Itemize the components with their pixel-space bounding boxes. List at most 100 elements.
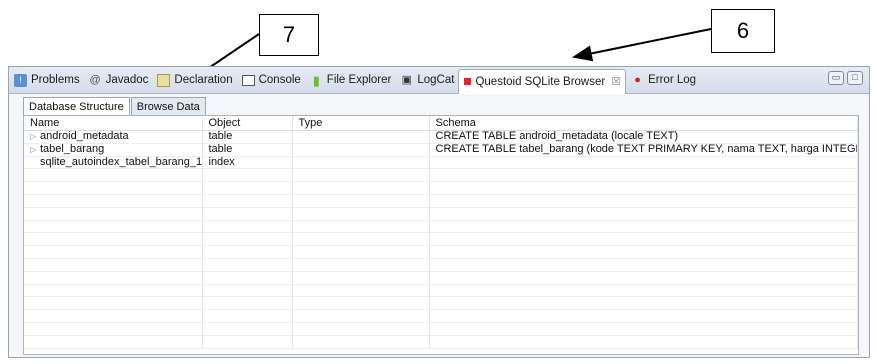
empty-cell [202,284,293,298]
tab-error-log-label: Error Log [648,74,697,86]
empty-cell [24,258,203,272]
empty-cell [292,220,430,234]
callout-label-6: 6 [711,9,775,53]
expand-arrow-icon[interactable]: ▷ [30,131,40,142]
empty-cell [429,181,858,195]
empty-cell [24,207,203,221]
empty-table-row [24,271,858,285]
column-header-schema[interactable]: Schema [429,116,858,131]
empty-cell [292,335,430,349]
cell-name: sqlite_autoindex_tabel_barang_1 [24,156,203,170]
empty-cell [292,232,430,247]
empty-cell [24,296,203,311]
tab-problems-label: Problems [31,74,80,86]
empty-cell [429,245,858,259]
android-icon: ▮ [312,72,320,88]
empty-cell [429,194,858,208]
maximize-button[interactable]: □ [847,71,863,85]
row-name-text: tabel_barang [40,143,105,156]
table-row[interactable]: ▷ android_metadata table CREATE TABLE and… [24,130,858,144]
empty-table-row [24,220,858,234]
empty-table-row [24,309,858,323]
tab-sqlite-label: Questoid SQLite Browser [475,75,606,88]
empty-cell [292,296,430,311]
close-icon[interactable]: ☒ [611,75,621,88]
empty-cell [429,309,858,323]
cell-type [292,143,430,157]
empty-cell [429,232,858,247]
empty-cell [24,271,203,285]
column-header-name[interactable]: Name [24,116,203,131]
tab-console[interactable]: Console [237,69,305,91]
tab-problems[interactable]: ! Problems [9,69,84,91]
expand-arrow-icon[interactable]: ▷ [30,144,40,155]
tab-logcat[interactable]: ▣ LogCat [395,69,458,91]
empty-cell [24,309,203,323]
javadoc-icon: @ [89,73,101,86]
tab-console-label: Console [258,74,301,86]
empty-cell [292,322,430,336]
empty-cell [429,168,858,183]
empty-cell [429,296,858,311]
empty-cell [292,194,430,208]
empty-table-row [24,207,858,221]
empty-cell [24,322,203,336]
empty-cell [24,181,203,195]
empty-table-row [24,168,858,183]
empty-cell [24,284,203,298]
window-controls: ▭ □ [828,71,863,85]
tab-questoid-sqlite-browser[interactable]: Questoid SQLite Browser ☒ [458,68,627,94]
empty-cell [429,220,858,234]
empty-cell [429,284,858,298]
column-header-type[interactable]: Type [292,116,430,131]
tab-error-log[interactable]: ● Error Log [626,69,700,91]
eclipse-view-panel: ! Problems @ Javadoc Declaration Console… [8,66,870,358]
tab-declaration-label: Declaration [174,74,233,86]
empty-table-row [24,194,858,208]
empty-cell [24,232,203,247]
empty-cell [202,258,293,272]
empty-cell [202,232,293,247]
empty-cell [429,335,858,349]
subtab-bar: Database Structure Browse Data [23,97,207,116]
cell-name: ▷ tabel_barang [24,143,203,157]
cell-type [292,130,430,144]
empty-table-row [24,322,858,336]
empty-cell [429,258,858,272]
empty-cell [24,245,203,259]
column-header-object[interactable]: Object [202,116,293,131]
schema-table: Name Object Type Schema ▷ android_metadat… [23,115,859,355]
empty-cell [202,335,293,349]
declaration-icon [157,73,171,87]
table-header-row: Name Object Type Schema [24,116,858,131]
empty-cell [202,309,293,323]
tab-database-structure[interactable]: Database Structure [23,97,130,116]
empty-table-row [24,181,858,195]
empty-cell [202,245,293,259]
tab-logcat-label: LogCat [417,74,455,86]
empty-cell [292,168,430,183]
tab-file-explorer[interactable]: ▮ File Explorer [305,69,396,91]
empty-table-row [24,335,858,349]
cell-schema: CREATE TABLE tabel_barang (kode TEXT PRI… [429,143,858,157]
empty-cell [202,168,293,183]
empty-cell [292,245,430,259]
table-row[interactable]: ▷ tabel_barang table CREATE TABLE tabel_b… [24,143,858,157]
minimize-button[interactable]: ▭ [828,71,844,85]
tab-javadoc[interactable]: @ Javadoc [84,69,153,91]
problems-icon: ! [14,73,27,87]
sqlite-icon [464,78,472,85]
empty-cell [24,168,203,183]
tab-declaration[interactable]: Declaration [152,69,236,91]
cell-name: ▷ android_metadata [24,130,203,144]
table-row[interactable]: sqlite_autoindex_tabel_barang_1 index [24,156,858,170]
console-icon [241,74,255,86]
empty-cell [202,194,293,208]
callout-6-text: 6 [736,18,750,43]
empty-cell [24,220,203,234]
tab-browse-data[interactable]: Browse Data [130,97,206,116]
logcat-icon: ▣ [401,73,413,86]
cell-schema [429,156,858,170]
empty-cell [202,220,293,234]
cell-object: index [202,156,293,170]
